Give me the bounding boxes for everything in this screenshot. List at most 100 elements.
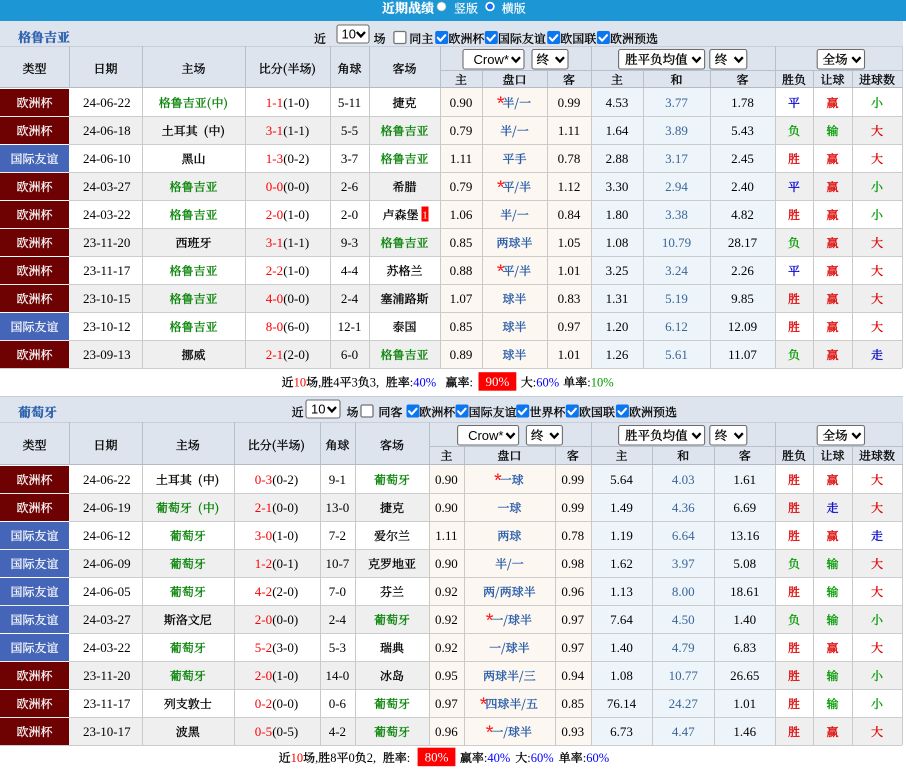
svg-text:4-2: 4-2 xyxy=(255,584,272,599)
svg-text:1.08: 1.08 xyxy=(610,668,633,683)
svg-text:2-6: 2-6 xyxy=(341,179,359,194)
svg-text:8: 8 xyxy=(330,751,336,765)
svg-text:1.62: 1.62 xyxy=(610,556,633,571)
svg-text:6.12: 6.12 xyxy=(665,319,688,334)
svg-text:0-3: 0-3 xyxy=(255,472,272,487)
svg-text:23-11-20: 23-11-20 xyxy=(83,235,130,250)
svg-text:90%: 90% xyxy=(485,374,509,389)
svg-text:(0-0): (0-0) xyxy=(283,179,309,194)
svg-text:4.53: 4.53 xyxy=(606,95,629,110)
svg-text:2-4: 2-4 xyxy=(341,291,359,306)
svg-text:1.31: 1.31 xyxy=(606,291,629,306)
svg-text:3.89: 3.89 xyxy=(665,123,688,138)
svg-text:24-06-09: 24-06-09 xyxy=(83,556,131,571)
svg-text:11.07: 11.07 xyxy=(728,347,757,362)
svg-text:2-1: 2-1 xyxy=(255,500,272,515)
svg-text:80%: 80% xyxy=(425,749,449,764)
svg-text:9-3: 9-3 xyxy=(341,235,358,250)
svg-text:0.90: 0.90 xyxy=(435,472,458,487)
svg-text:24-03-22: 24-03-22 xyxy=(83,207,131,222)
svg-text:40%: 40% xyxy=(487,751,510,765)
svg-text:(1-0): (1-0) xyxy=(283,207,309,222)
svg-text:1.80: 1.80 xyxy=(606,207,629,222)
svg-text:(0-5): (0-5) xyxy=(272,724,298,739)
svg-text:23-10-12: 23-10-12 xyxy=(83,319,131,334)
svg-text:76.14: 76.14 xyxy=(607,696,637,711)
svg-text:1.11: 1.11 xyxy=(558,123,580,138)
svg-text:24-06-05: 24-06-05 xyxy=(83,584,131,599)
svg-text:(2-0): (2-0) xyxy=(272,584,298,599)
svg-text:0.79: 0.79 xyxy=(450,123,473,138)
svg-text:3-0: 3-0 xyxy=(255,528,272,543)
svg-text:0.85: 0.85 xyxy=(450,319,473,334)
svg-text:0.98: 0.98 xyxy=(561,556,584,571)
svg-text:3-1: 3-1 xyxy=(266,235,283,250)
svg-text:0.78: 0.78 xyxy=(558,151,581,166)
svg-text:2-4: 2-4 xyxy=(329,612,347,627)
svg-text:4-0: 4-0 xyxy=(266,291,283,306)
svg-text:2.26: 2.26 xyxy=(731,263,754,278)
svg-text:(1-0): (1-0) xyxy=(283,95,309,110)
svg-text:(3-0): (3-0) xyxy=(272,640,298,655)
svg-text:0.96: 0.96 xyxy=(561,584,584,599)
svg-text:0.90: 0.90 xyxy=(435,500,458,515)
svg-text:0.95: 0.95 xyxy=(435,668,458,683)
svg-text:0.99: 0.99 xyxy=(561,472,584,487)
svg-text:8-0: 8-0 xyxy=(266,319,283,334)
svg-text:10-7: 10-7 xyxy=(325,556,349,571)
svg-text:13.16: 13.16 xyxy=(730,528,760,543)
svg-text:12.09: 12.09 xyxy=(728,319,757,334)
svg-text:1.01: 1.01 xyxy=(558,263,581,278)
svg-text:1.19: 1.19 xyxy=(610,528,633,543)
svg-text:1.64: 1.64 xyxy=(606,123,629,138)
svg-text:1.12: 1.12 xyxy=(558,179,581,194)
svg-text:1.40: 1.40 xyxy=(610,640,633,655)
svg-text:2-1: 2-1 xyxy=(266,347,283,362)
svg-text:14-0: 14-0 xyxy=(325,668,349,683)
svg-text:23-11-17: 23-11-17 xyxy=(83,263,131,278)
svg-text:0-5: 0-5 xyxy=(255,724,272,739)
svg-text:0.92: 0.92 xyxy=(435,612,458,627)
svg-text:0.85: 0.85 xyxy=(450,235,473,250)
svg-text:28.17: 28.17 xyxy=(728,235,758,250)
svg-text:10: 10 xyxy=(342,27,356,42)
svg-text::: : xyxy=(470,376,473,390)
svg-text:5-3: 5-3 xyxy=(329,640,346,655)
svg-text:0.90: 0.90 xyxy=(435,556,458,571)
svg-text:1.61: 1.61 xyxy=(733,472,756,487)
svg-text:24-06-22: 24-06-22 xyxy=(83,472,131,487)
svg-text:3.25: 3.25 xyxy=(606,263,629,278)
svg-text:23-10-17: 23-10-17 xyxy=(83,724,131,739)
svg-text:60%: 60% xyxy=(586,751,609,765)
svg-text:0.92: 0.92 xyxy=(435,640,458,655)
svg-text:5.43: 5.43 xyxy=(731,123,754,138)
svg-text:0.79: 0.79 xyxy=(450,179,473,194)
svg-text:4.79: 4.79 xyxy=(672,640,695,655)
svg-text:0-0: 0-0 xyxy=(266,179,283,194)
svg-text:(6-0): (6-0) xyxy=(283,319,309,334)
svg-text:(1-0): (1-0) xyxy=(272,668,298,683)
svg-text:4-2: 4-2 xyxy=(329,724,346,739)
svg-text:23-11-17: 23-11-17 xyxy=(83,696,131,711)
svg-text:5.64: 5.64 xyxy=(610,472,633,487)
svg-text:9-1: 9-1 xyxy=(329,472,346,487)
svg-text:1.26: 1.26 xyxy=(606,347,629,362)
svg-text:6.69: 6.69 xyxy=(733,500,756,515)
svg-text:3: 3 xyxy=(352,376,358,390)
svg-text:4.82: 4.82 xyxy=(731,207,754,222)
svg-text:13-0: 13-0 xyxy=(325,500,349,515)
svg-text:6.73: 6.73 xyxy=(610,724,633,739)
svg-text:0.89: 0.89 xyxy=(450,347,473,362)
svg-text:0.97: 0.97 xyxy=(561,612,584,627)
svg-text:,: , xyxy=(373,751,379,765)
svg-text:1.11: 1.11 xyxy=(435,528,457,543)
svg-text:(0-2): (0-2) xyxy=(272,472,298,487)
svg-text:5.61: 5.61 xyxy=(665,347,688,362)
svg-text:(0-2): (0-2) xyxy=(283,151,309,166)
svg-text:0.93: 0.93 xyxy=(561,724,584,739)
svg-text:3-7: 3-7 xyxy=(341,151,359,166)
svg-text:1.07: 1.07 xyxy=(450,291,473,306)
svg-text:2-0: 2-0 xyxy=(255,668,272,683)
svg-text:26.65: 26.65 xyxy=(730,668,759,683)
svg-text:2.45: 2.45 xyxy=(731,151,754,166)
